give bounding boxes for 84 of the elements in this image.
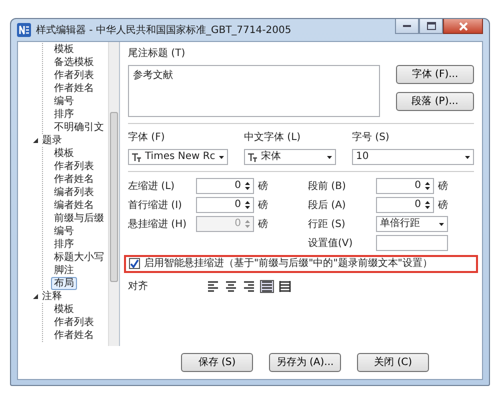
font-icon: [132, 152, 141, 162]
align-right-icon[interactable]: [242, 280, 256, 293]
tree-item[interactable]: 编号: [51, 95, 77, 108]
field-label: 字号 (S): [352, 130, 390, 145]
field-label: 设置值(V): [308, 236, 354, 250]
close-icon: [458, 22, 468, 30]
spin-arrows-icon[interactable]: [425, 200, 430, 210]
field-label: 段后 (A): [308, 198, 347, 212]
field-label: 对齐: [128, 280, 148, 294]
tree-item[interactable]: 作者姓名: [51, 82, 97, 95]
spin-arrows-icon[interactable]: [245, 181, 250, 191]
collapse-icon[interactable]: [32, 137, 39, 144]
spin-arrows-icon[interactable]: [425, 181, 430, 191]
tree-item[interactable]: 排序: [51, 108, 77, 121]
unit-label: 磅: [438, 180, 448, 194]
align-justify-icon[interactable]: [260, 280, 274, 293]
text-field[interactable]: [376, 235, 448, 251]
caret-icon: [327, 156, 332, 158]
collapse-icon[interactable]: [32, 293, 39, 300]
checkbox-label: 启用智能悬挂缩进（基于"前缀与后缀"中的"题录前缀文本"设置）: [144, 258, 432, 270]
field-label: 左缩进 (L): [128, 180, 176, 194]
window-title: 样式编辑器 - 中华人民共和国国家标准_GBT_7714-2005: [36, 24, 292, 38]
tree-item[interactable]: 备选模板: [51, 56, 97, 69]
tree-item[interactable]: 编者列表: [51, 186, 97, 199]
tree-item[interactable]: 编号: [51, 225, 77, 238]
spin-field[interactable]: 0: [376, 178, 434, 194]
dialog-button[interactable]: 字体 (F)...: [396, 65, 474, 84]
font-icon: [248, 152, 257, 162]
dropdown[interactable]: 宋体: [244, 149, 336, 165]
tree-item[interactable]: 排序: [51, 238, 77, 251]
tree-item[interactable]: 布局: [51, 277, 77, 290]
text-area[interactable]: 参考文献: [128, 65, 380, 117]
dialog-button[interactable]: 关闭 (C): [357, 353, 429, 372]
unit-label: 磅: [438, 198, 448, 212]
dropdown[interactable]: 10: [352, 149, 474, 165]
spin-arrows-icon[interactable]: [245, 200, 250, 210]
tree-item[interactable]: 作者列表: [51, 69, 97, 82]
scrollbar[interactable]: [108, 42, 119, 346]
spin-field[interactable]: 0: [196, 197, 254, 213]
unit-label: 磅: [258, 218, 268, 232]
field-label: 行距 (S): [308, 218, 346, 232]
app-icon: [17, 23, 31, 37]
caret-icon: [465, 156, 470, 158]
field-label: 尾注标题 (T): [128, 46, 186, 61]
dialog-button[interactable]: 段落 (P)...: [396, 92, 474, 111]
dropdown[interactable]: 单倍行距: [376, 216, 448, 232]
tree-item[interactable]: 作者姓名: [51, 173, 97, 186]
field-label: 中文字体 (L): [244, 130, 302, 145]
align-left-icon[interactable]: [206, 280, 220, 293]
spin-field: 0: [196, 216, 254, 232]
align-distributed-icon[interactable]: [278, 280, 292, 293]
field-label: 字体 (F): [128, 130, 166, 145]
dropdown[interactable]: Times New Rc: [128, 149, 228, 165]
align-center-icon[interactable]: [224, 280, 238, 293]
tree-item[interactable]: 作者列表: [51, 160, 97, 173]
unit-label: 磅: [258, 198, 268, 212]
caret-icon: [219, 156, 224, 158]
minimize-icon: [403, 24, 411, 28]
tree-item[interactable]: 脚注: [51, 264, 77, 277]
tree-item[interactable]: 标题大小写: [51, 251, 107, 264]
field-label: 悬挂缩进 (H): [128, 218, 188, 232]
close-button[interactable]: [443, 19, 483, 34]
maximize-icon: [426, 22, 436, 30]
field-label: 首行缩进 (I): [128, 198, 183, 212]
tree-item[interactable]: 模板: [51, 303, 77, 316]
dialog-button[interactable]: 保存 (S): [181, 353, 253, 372]
caret-icon: [439, 222, 444, 226]
tree-item[interactable]: 编者姓名: [51, 199, 97, 212]
spin-field[interactable]: 0: [376, 197, 434, 213]
tree-item[interactable]: 前缀与后缀: [51, 212, 107, 225]
maximize-button[interactable]: [419, 19, 443, 34]
tree-item[interactable]: 模板: [51, 43, 77, 56]
tree-item[interactable]: 模板: [51, 147, 77, 160]
checkbox[interactable]: [129, 258, 140, 269]
tree-item[interactable]: 作者姓名: [51, 329, 97, 342]
tree-item[interactable]: 注释: [39, 289, 65, 304]
minimize-button[interactable]: [395, 19, 419, 34]
unit-label: 磅: [258, 180, 268, 194]
tree-item[interactable]: 不明确引文: [51, 121, 107, 134]
field-label: 段前 (B): [308, 180, 347, 194]
spin-field[interactable]: 0: [196, 178, 254, 194]
tree-item[interactable]: 题录: [39, 133, 65, 148]
tree-item[interactable]: 作者列表: [51, 316, 97, 329]
dialog-button[interactable]: 另存为 (A)...: [269, 353, 341, 372]
